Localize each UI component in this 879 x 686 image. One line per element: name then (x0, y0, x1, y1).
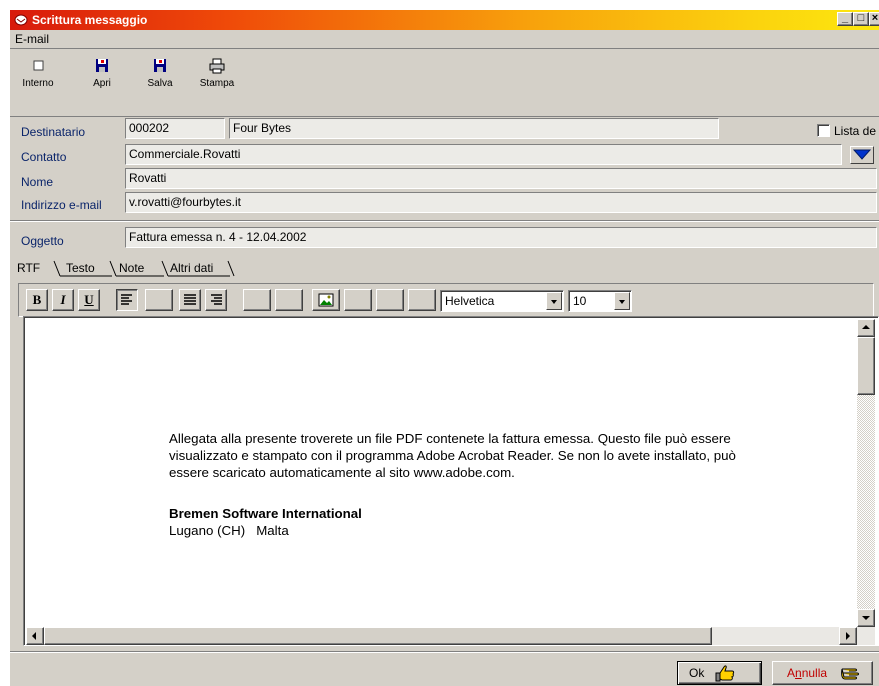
horizontal-scroll-thumb[interactable] (44, 627, 712, 645)
bottom-divider-highlight (10, 652, 879, 653)
tab-rtf[interactable]: RTF (17, 261, 40, 275)
scroll-down-button[interactable] (857, 609, 875, 627)
message-body: Allegata alla presente troverete un file… (169, 430, 849, 539)
signature-locations: Lugano (CH) Malta (169, 523, 289, 538)
message-compose-window: Scrittura messaggio _ □ × E-mail Interno… (9, 9, 879, 686)
bold-button[interactable]: B (26, 289, 48, 311)
signature-company: Bremen Software International (169, 506, 362, 521)
contatto-field[interactable]: Commerciale.Rovatti (125, 144, 842, 165)
destinatario-code-field[interactable]: 000202 (125, 118, 225, 139)
vertical-scroll-thumb[interactable] (857, 337, 875, 395)
nome-field[interactable]: Rovatti (125, 168, 877, 189)
menu-bar: E-mail (10, 30, 879, 49)
format-button-blank-2[interactable] (275, 289, 303, 311)
body-line: Allegata alla presente troverete un file… (169, 431, 731, 446)
font-family-dropdown-icon[interactable] (546, 292, 562, 310)
font-size-dropdown-icon[interactable] (614, 292, 630, 310)
arrow-right-icon (846, 632, 850, 640)
floppy-open-icon (96, 59, 108, 72)
nome-label: Nome (21, 175, 54, 189)
scroll-up-button[interactable] (857, 319, 875, 337)
horizontal-scrollbar[interactable] (26, 627, 875, 645)
annulla-label: Annulla (787, 666, 828, 680)
align-left-button[interactable] (116, 289, 138, 311)
ok-label: Ok (689, 666, 705, 680)
window-title: Scrittura messaggio (32, 13, 148, 27)
thumbs-up-icon (715, 665, 735, 682)
format-button-blank-4[interactable] (376, 289, 404, 311)
align-left-icon (121, 294, 132, 305)
rich-text-editor[interactable]: Allegata alla presente troverete un file… (23, 316, 879, 646)
arrow-down-icon (862, 616, 870, 620)
formatting-toolbar: B I U Helvetica 10 (18, 283, 874, 317)
italic-button[interactable]: I (52, 289, 74, 311)
oggetto-field[interactable]: Fattura emessa n. 4 - 12.04.2002 (125, 227, 877, 248)
align-center-button[interactable] (145, 289, 173, 311)
checkbox-icon (33, 60, 44, 71)
apri-button[interactable]: Apri (77, 58, 127, 108)
font-size-value: 10 (573, 294, 587, 308)
align-justify-icon (184, 294, 196, 305)
font-family-select[interactable]: Helvetica (440, 290, 564, 312)
contatto-dropdown-button[interactable] (850, 146, 874, 164)
format-button-blank-3[interactable] (344, 289, 372, 311)
menu-email[interactable]: E-mail (15, 32, 49, 46)
stampa-button[interactable]: Stampa (192, 58, 242, 108)
contatto-label: Contatto (21, 150, 67, 164)
format-button-blank-1[interactable] (243, 289, 271, 311)
font-size-select[interactable]: 10 (568, 290, 632, 312)
salva-button[interactable]: Salva (135, 58, 185, 108)
printer-icon (209, 58, 225, 74)
destinatario-label: Destinatario (21, 125, 86, 139)
font-family-value: Helvetica (445, 294, 495, 308)
email-field[interactable]: v.rovatti@fourbytes.it (125, 192, 877, 213)
stampa-label: Stampa (199, 78, 235, 89)
maximize-button[interactable]: □ (853, 12, 869, 26)
tab-note[interactable]: Note (119, 261, 144, 275)
format-button-blank-5[interactable] (408, 289, 436, 311)
tab-testo[interactable]: Testo (66, 261, 95, 275)
scroll-right-button[interactable] (839, 627, 857, 645)
interno-label: Interno (22, 78, 54, 89)
vertical-scrollbar[interactable] (857, 319, 875, 627)
hand-stop-icon (841, 668, 859, 680)
ok-button[interactable]: Ok (677, 661, 762, 685)
apri-label: Apri (93, 78, 111, 89)
annulla-button[interactable]: Annulla (772, 661, 873, 685)
arrow-left-icon (32, 632, 36, 640)
toolbar: Interno Apri Salva Stampa (10, 50, 879, 117)
tab-altri-dati[interactable]: Altri dati (170, 261, 213, 275)
image-icon (318, 293, 334, 307)
lista-label: Lista de (834, 124, 877, 138)
interno-button[interactable]: Interno (13, 58, 63, 108)
lista-checkbox[interactable] (817, 124, 830, 137)
body-line: visualizzato e stampato con il programma… (169, 448, 736, 463)
salva-label: Salva (147, 78, 173, 89)
scroll-left-button[interactable] (26, 627, 44, 645)
arrow-up-icon (862, 325, 870, 329)
oggetto-label: Oggetto (21, 234, 64, 248)
envelope-icon (14, 14, 28, 26)
email-label: Indirizzo e-mail (21, 198, 102, 212)
align-justify-button[interactable] (179, 289, 201, 311)
minimize-button[interactable]: _ (837, 12, 853, 26)
body-line: essere scaricato automaticamente al sito… (169, 465, 515, 480)
destinatario-name-field[interactable]: Four Bytes (229, 118, 719, 139)
underline-button[interactable]: U (78, 289, 100, 311)
divider-highlight (10, 221, 879, 222)
align-right-icon (211, 294, 222, 305)
align-right-button[interactable] (205, 289, 227, 311)
insert-image-button[interactable] (312, 289, 340, 311)
floppy-save-icon (154, 59, 166, 72)
close-button[interactable]: × (869, 12, 879, 26)
tab-strip: RTF Testo Note Altri dati (10, 258, 879, 280)
chevron-down-icon (852, 149, 872, 160)
title-bar[interactable]: Scrittura messaggio _ □ × (10, 10, 879, 30)
